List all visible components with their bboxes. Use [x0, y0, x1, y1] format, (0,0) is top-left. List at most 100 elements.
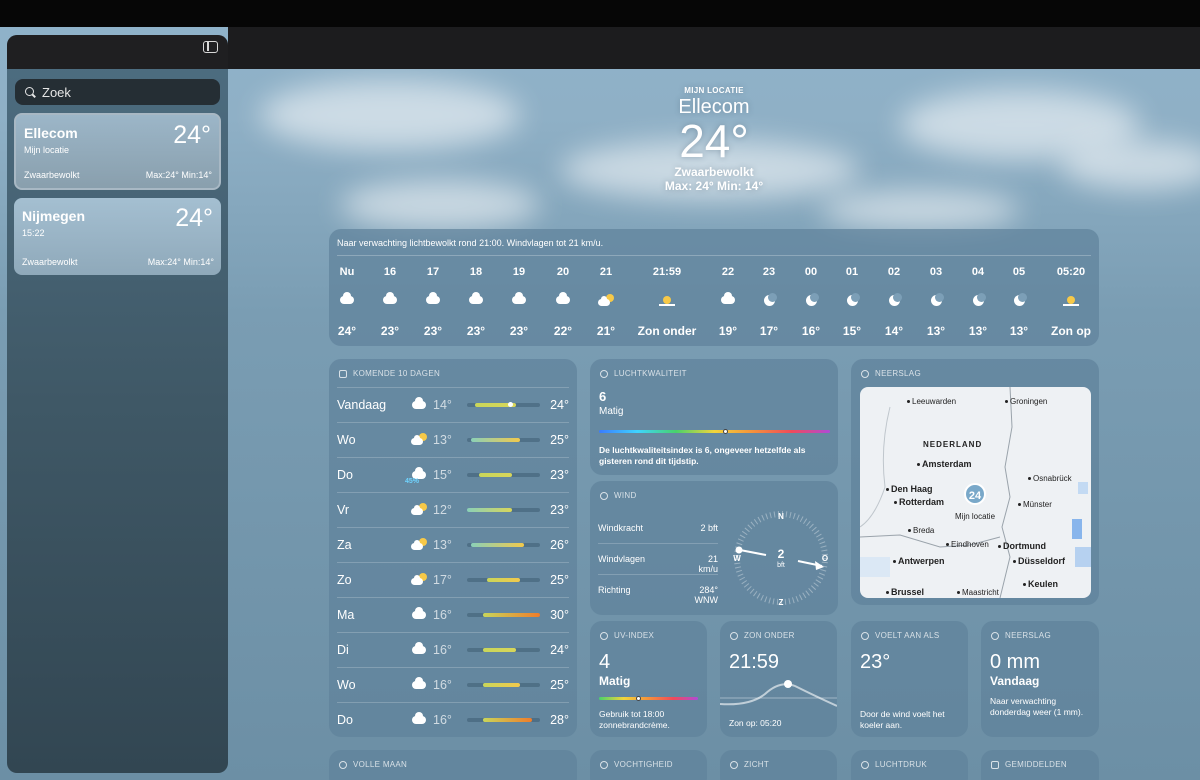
map-city-label: Brussel [886, 587, 924, 597]
sunrise-icon [1063, 294, 1079, 306]
hourly-item: 20 22° [543, 266, 583, 338]
hourly-item: 19 23° [499, 266, 539, 338]
map-city-label: Breda [908, 526, 934, 535]
panel-title: LUCHTDRUK [861, 760, 927, 769]
chart-icon [991, 760, 999, 769]
hour-temp: 13° [968, 324, 988, 338]
precipitation-map[interactable]: Leeuwarden Groningen NEDERLAND Amsterdam Osn… [860, 387, 1091, 598]
forecast-row[interactable]: Di 16° 24° [337, 632, 569, 667]
hourly-item: 23 17° [749, 266, 789, 338]
uv-gradient-bar [599, 696, 698, 701]
partly-sunny-icon [411, 537, 427, 550]
forecast-min: 16° [433, 678, 452, 692]
forecast-row[interactable]: Vandaag 14° 24° [337, 387, 569, 422]
sunset-time: 21:59 [729, 651, 780, 673]
location-card-ellecom[interactable]: Ellecom Mijn locatie 24° Zwaarbewolkt Ma… [14, 113, 221, 190]
forecast-row[interactable]: Za 13° 26° [337, 527, 569, 562]
temp-range-bar [467, 543, 540, 547]
hour-temp: 21° [596, 324, 616, 338]
location-minmax: Max:24° Min:14° [147, 257, 214, 267]
panel-title: ZICHT [730, 760, 769, 769]
compass-value: 2 [778, 547, 785, 561]
hour-label: 21 [599, 266, 613, 278]
panel-title: KOMENDE 10 DAGEN [339, 369, 440, 378]
feels-like-description: Door de wind voelt het koeler aan. [860, 709, 945, 730]
cloud-icon [412, 397, 426, 409]
full-moon-panel: VOLLE MAAN [329, 750, 577, 780]
wind-arrow-tail-dot [735, 546, 743, 554]
wind-gust-row: Windvlagen 21 km/u [598, 554, 718, 574]
forecast-row[interactable]: Vr 12° 23° [337, 492, 569, 527]
forecast-day: Za [337, 538, 352, 552]
panel-title: VOELT AAN ALS [861, 631, 940, 640]
forecast-max: 23° [550, 468, 569, 482]
location-name: Nijmegen [22, 208, 86, 224]
aqi-label: Matig [599, 406, 624, 417]
temp-range-bar [467, 648, 540, 652]
compass-w: W [733, 554, 741, 563]
hour-label: 19 [512, 266, 526, 278]
forecast-min: 17° [433, 573, 452, 587]
map-city-label: Antwerpen [893, 556, 945, 566]
moon-icon [763, 292, 777, 306]
uv-description: Gebruik tot 18:00 zonnebrandcrème. [599, 709, 670, 730]
location-condition: Zwaarbewolkt [22, 257, 78, 267]
forecast-row[interactable]: Zo 17° 25° [337, 562, 569, 597]
map-city-label: Rotterdam [894, 497, 944, 507]
forecast-row[interactable]: Do 16° 28° [337, 702, 569, 737]
search-input[interactable]: Zoek [15, 79, 220, 105]
map-city-label: Groningen [1005, 397, 1047, 406]
location-card-nijmegen[interactable]: Nijmegen 15:22 24° Zwaarbewolkt Max:24° … [14, 198, 221, 275]
temp-range-bar [467, 718, 540, 722]
sidebar-toggle-icon[interactable] [203, 41, 218, 53]
location-subtitle: Mijn locatie [24, 145, 70, 155]
hour-temp: 22° [553, 324, 573, 338]
forecast-row[interactable]: Wo 16° 25° [337, 667, 569, 702]
panel-title: NEERSLAG [991, 631, 1051, 640]
precipitation-value: 0 mm [990, 651, 1040, 673]
aqi-gradient-bar [599, 429, 830, 434]
map-city-label: Den Haag [886, 484, 933, 494]
forecast-day: Vandaag [337, 398, 387, 412]
precipitation-label: Vandaag [990, 674, 1040, 688]
temp-range-bar [467, 613, 540, 617]
hourly-item: Nu 24° [329, 266, 367, 338]
feels-like-panel: VOELT AAN ALS 23° Door de wind voelt het… [851, 621, 968, 737]
feels-like-value: 23° [860, 651, 891, 673]
wind-compass: N O Z W 2 bft [733, 511, 828, 607]
uv-value: 4 [599, 651, 611, 673]
sun-path-graph [720, 680, 837, 707]
forecast-row[interactable]: Do 45% 15° 23° [337, 457, 569, 492]
uv-index-panel: UV-INDEX 4 Matig Gebruik tot 18:00 zonne… [590, 621, 707, 737]
forecast-day: Wo [337, 678, 356, 692]
forecast-day: Do [337, 468, 353, 482]
forecast-max: 25° [550, 678, 569, 692]
hourly-item: 01 15° [832, 266, 872, 338]
current-condition: Zwaarbewolkt [674, 165, 754, 179]
hourly-item: 22 19° [708, 266, 748, 338]
panel-title: UV-INDEX [600, 631, 654, 640]
hourly-summary: Naar verwachting lichtbewolkt rond 21:00… [337, 238, 604, 248]
moon-icon [930, 292, 944, 306]
temp-range-bar [467, 402, 540, 407]
forecast-min: 14° [433, 398, 452, 412]
partly-sunny-icon [411, 572, 427, 585]
moon-icon [972, 292, 986, 306]
panel-title: WIND [600, 491, 637, 500]
uv-label: Matig [599, 674, 631, 688]
cloud-icon [383, 292, 397, 304]
hourly-item: 02 14° [874, 266, 914, 338]
hour-temp: 16° [801, 324, 821, 338]
map-city-label: Düsseldorf [1013, 556, 1065, 566]
my-location-temp-badge[interactable]: 24 [964, 483, 986, 505]
forecast-row[interactable]: Wo 13° 25° [337, 422, 569, 457]
cloud-icon [412, 677, 426, 689]
forecast-day: Di [337, 643, 349, 657]
moon-icon [805, 292, 819, 306]
cloud-icon [412, 642, 426, 654]
forecast-row[interactable]: Ma 16° 30° [337, 597, 569, 632]
hour-label: 00 [804, 266, 818, 278]
humidity-icon [600, 760, 608, 769]
temp-range-bar [467, 578, 540, 582]
forecast-max: 24° [550, 398, 569, 412]
